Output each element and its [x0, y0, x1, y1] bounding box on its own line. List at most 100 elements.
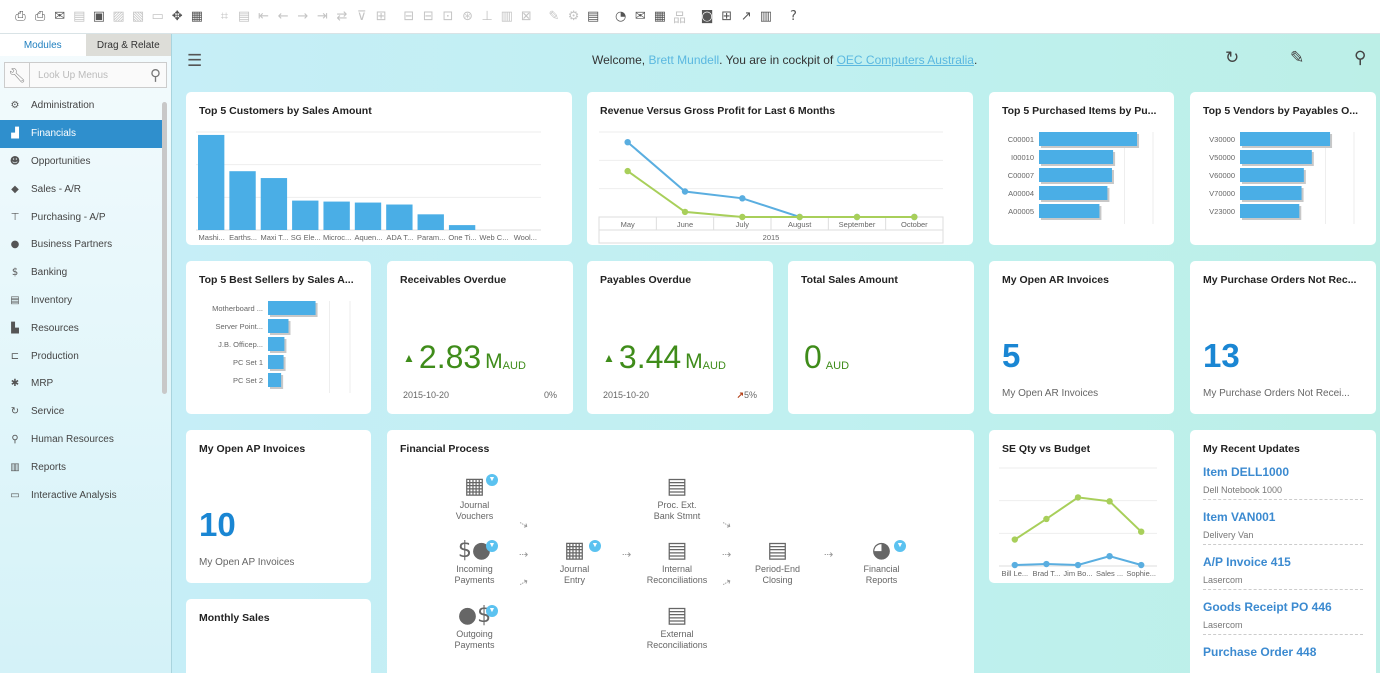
tab-drag-relate[interactable]: Drag & Relate	[85, 34, 171, 56]
widget-title: Monthly Sales	[199, 612, 270, 624]
sidebar-item-mrp[interactable]: ✱ MRP	[0, 370, 162, 398]
refresh-icon[interactable]: ↻	[1225, 48, 1239, 68]
sidebar-item-inventory[interactable]: ▤ Inventory	[0, 287, 162, 315]
count-label: My Open AR Invoices	[1002, 388, 1099, 399]
sidebar-item-opportunities[interactable]: ☻ Opportunities	[0, 148, 162, 176]
dropdown-bubble-icon[interactable]: ▼	[486, 474, 498, 486]
dashboard-icon[interactable]: ◙	[699, 8, 716, 25]
sidebar-item-banking[interactable]: $ Banking	[0, 259, 162, 287]
recent-update-subtitle: Dell Notebook 1000	[1203, 485, 1363, 500]
recent-update-link[interactable]: Item DELL1000	[1203, 465, 1363, 479]
widget-top-customers[interactable]: Top 5 Customers by Sales Amount Mashi...…	[186, 92, 572, 245]
recent-update-link[interactable]: Purchase Order 448	[1203, 645, 1363, 659]
email-icon[interactable]: ✉	[51, 8, 68, 25]
search-icon[interactable]: ⚲	[1354, 48, 1366, 68]
chart-top-customers: Mashi... Earths... Maxi T... SG Ele... Micro…	[196, 131, 541, 242]
widget-po-not-received[interactable]: My Purchase Orders Not Rec... 13 My Purc…	[1190, 261, 1376, 414]
widget-total-sales[interactable]: Total Sales Amount 0 AUD	[788, 261, 974, 414]
widget-best-sellers[interactable]: Top 5 Best Sellers by Sales A... Motherb…	[186, 261, 371, 414]
node-incoming-payments[interactable]: $● Incoming Payments	[437, 538, 512, 586]
widget-financial-process[interactable]: Financial Process ▦ Journal Vouchers ▼ $…	[387, 430, 974, 690]
widget-receivables-overdue[interactable]: Receivables Overdue ▲ 2.83 M AUD 2015-10…	[387, 261, 573, 414]
count-label: My Open AP Invoices	[199, 557, 295, 568]
x-tick-label: Bill Le...	[1001, 569, 1028, 578]
help-icon[interactable]: ?	[785, 8, 802, 25]
user-name-link[interactable]: Brett Mundell	[648, 53, 719, 67]
sidebar-item-administration[interactable]: ⚙ Administration	[0, 92, 162, 120]
sidebar-item-interactive-analysis[interactable]: ▭ Interactive Analysis	[0, 481, 162, 509]
kpi-currency: AUD	[502, 360, 526, 372]
kpi-number: 3.44	[618, 339, 682, 375]
bar	[1240, 132, 1331, 146]
layout-icon[interactable]: ▦	[188, 8, 205, 25]
node-financial-reports[interactable]: ◕ Financial Reports	[844, 538, 919, 586]
count-value[interactable]: 10	[199, 506, 236, 544]
search-icon[interactable]: ⚲	[150, 66, 161, 84]
dropdown-bubble-icon[interactable]: ▼	[894, 540, 906, 552]
welcome-prefix: Welcome,	[592, 53, 649, 67]
dropdown-bubble-icon[interactable]: ▼	[486, 540, 498, 552]
count-value[interactable]: 13	[1203, 337, 1240, 375]
sidebar-item-reports[interactable]: ▥ Reports	[0, 453, 162, 481]
inventory-icon: ▤	[10, 294, 20, 306]
company-link[interactable]: OEC Computers Australia	[837, 53, 974, 67]
widget-purchased-items[interactable]: Top 5 Purchased Items by Pu... C00001 I00…	[989, 92, 1174, 245]
widget-monthly-sales[interactable]: Monthly Sales	[186, 599, 371, 689]
pencil-icon[interactable]: ✎	[1290, 48, 1304, 68]
recent-update-link[interactable]: A/P Invoice 415	[1203, 555, 1363, 569]
count-value[interactable]: 5	[1002, 337, 1020, 375]
messages-icon[interactable]: ✉	[632, 8, 649, 25]
analytics-icon[interactable]: ▥	[757, 8, 774, 25]
widget-payables-overdue[interactable]: Payables Overdue ▲ 3.44 M AUD 2015-10-20…	[587, 261, 773, 414]
kpi-magnitude: M	[485, 350, 503, 373]
outgoing-payment-icon: ●$	[457, 603, 492, 628]
data-point	[624, 167, 631, 175]
widget-open-ap-invoices[interactable]: My Open AP Invoices 10 My Open AP Invoic…	[186, 430, 371, 583]
widget-vendors[interactable]: Top 5 Vendors by Payables O... V30000 V50…	[1190, 92, 1376, 245]
node-period-end-closing[interactable]: ▤ Period-End Closing	[740, 538, 815, 586]
print-preview-icon[interactable]: ⎙	[12, 8, 29, 25]
lookup-menus-input[interactable]: Look Up Menus ⚲	[30, 62, 167, 88]
sidebar-item-service[interactable]: ↻ Service	[0, 398, 162, 426]
tab-modules[interactable]: Modules	[0, 34, 86, 56]
node-internal-reconciliations[interactable]: ▤ Internal Reconciliations	[632, 538, 722, 586]
sidebar-item-purchasing-a-p[interactable]: ⊤ Purchasing - A/P	[0, 203, 162, 231]
widget-open-ar-invoices[interactable]: My Open AR Invoices 5 My Open AR Invoice…	[989, 261, 1174, 414]
sidebar-item-sales-a-r[interactable]: ◆ Sales - A/R	[0, 175, 162, 203]
sidebar-item-human-resources[interactable]: ⚲ Human Resources	[0, 426, 162, 454]
node-journal-vouchers[interactable]: ▦ Journal Vouchers	[437, 474, 512, 522]
recent-update-link[interactable]: Item VAN001	[1203, 510, 1363, 524]
print-icon[interactable]: ⎙	[32, 8, 49, 25]
sidebar-scrollbar[interactable]	[162, 102, 167, 394]
node-proc-ext-bank-stmnt[interactable]: ▤ Proc. Ext. Bank Stmnt	[632, 474, 722, 522]
query-icon[interactable]: ▤	[585, 8, 602, 25]
widget-revenue-profit[interactable]: Revenue Versus Gross Profit for Last 6 M…	[587, 92, 973, 245]
move-icon[interactable]: ✥	[169, 8, 186, 25]
dropdown-bubble-icon[interactable]: ▼	[486, 605, 498, 617]
widget-icon[interactable]: ⊞	[718, 8, 735, 25]
dropdown-bubble-icon[interactable]: ▼	[589, 540, 601, 552]
kpi-number: 0	[804, 339, 822, 375]
node-label: Payments	[454, 640, 495, 650]
data-point	[1011, 536, 1018, 543]
sidebar-item-business-partners[interactable]: ● Business Partners	[0, 231, 162, 259]
sidebar-item-financials[interactable]: ▟ Financials	[0, 119, 162, 148]
calendar-icon[interactable]: ▦	[651, 8, 668, 25]
base-document-icon: ⊟	[403, 9, 415, 24]
sidebar-item-resources[interactable]: ▙ Resources	[0, 314, 162, 342]
fax-icon[interactable]: ▣	[90, 8, 107, 25]
sidebar-item-production[interactable]: ⊏ Production	[0, 342, 162, 370]
data-point	[681, 208, 689, 216]
wrench-icon[interactable]: 🔧︎	[4, 62, 30, 88]
menu-icon[interactable]: ☰	[187, 51, 202, 71]
sidebar-item-label: Business Partners	[31, 239, 113, 251]
recent-update-link[interactable]: Goods Receipt PO 446	[1203, 600, 1363, 614]
node-outgoing-payments[interactable]: ●$ Outgoing Payments	[437, 603, 512, 651]
widget-se-qty-budget[interactable]: SE Qty vs Budget Bill Le... Brad T... Jim …	[989, 430, 1174, 583]
document-icon: ▤	[666, 474, 688, 499]
chart-revenue-profit: 2015 May June July August September October	[598, 131, 944, 244]
widget-recent-updates[interactable]: My Recent Updates Item DELL1000 Dell Note…	[1190, 430, 1376, 690]
chart-icon[interactable]: ↗	[738, 8, 755, 25]
alerts-icon[interactable]: ◔	[612, 8, 629, 25]
node-external-reconciliations[interactable]: ▤ External Reconciliations	[632, 603, 722, 651]
